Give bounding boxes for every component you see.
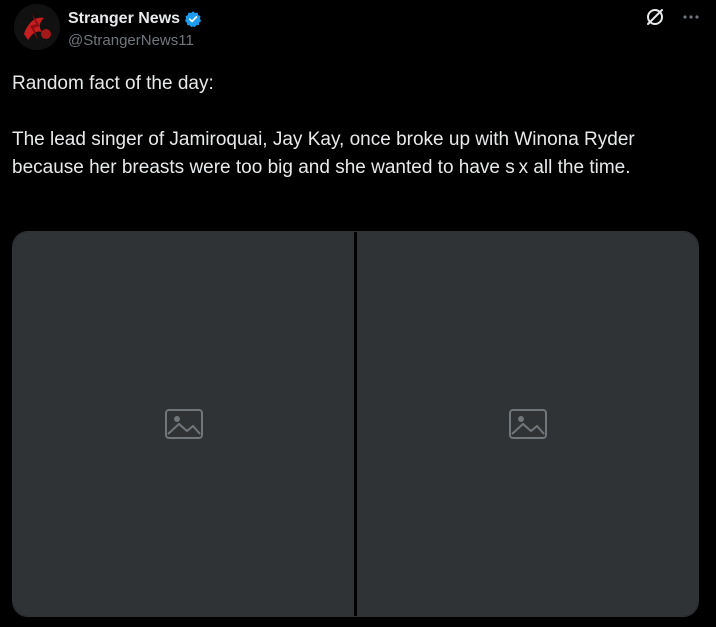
avatar[interactable] [14, 4, 60, 50]
author-handle[interactable]: @StrangerNews11 [68, 32, 202, 49]
media-grid [12, 231, 699, 617]
image-placeholder-icon [164, 409, 203, 439]
verified-badge-icon[interactable] [184, 10, 202, 28]
post-text-line-1: Random fact of the day: [12, 73, 214, 94]
grok-icon[interactable] [644, 6, 666, 28]
header-actions [644, 6, 702, 28]
image-placeholder-icon [508, 409, 547, 439]
post-text-spacer [12, 98, 702, 126]
post-text-line-3: The lead singer of Jamiroquai, Jay Kay, … [12, 129, 641, 178]
media-placeholder[interactable] [13, 232, 354, 616]
post-text: Random fact of the day: The lead singer … [12, 70, 702, 182]
media-placeholder[interactable] [357, 232, 698, 616]
avatar-logo-icon [14, 4, 60, 50]
display-name-row: Stranger News [68, 8, 202, 30]
more-dots-icon[interactable] [680, 6, 702, 28]
display-name[interactable]: Stranger News [68, 10, 180, 28]
post-card: Stranger News @StrangerNews11 Random fac… [0, 0, 716, 627]
author-names: Stranger News @StrangerNews11 [68, 8, 202, 49]
post-header: Stranger News @StrangerNews11 [14, 4, 702, 54]
